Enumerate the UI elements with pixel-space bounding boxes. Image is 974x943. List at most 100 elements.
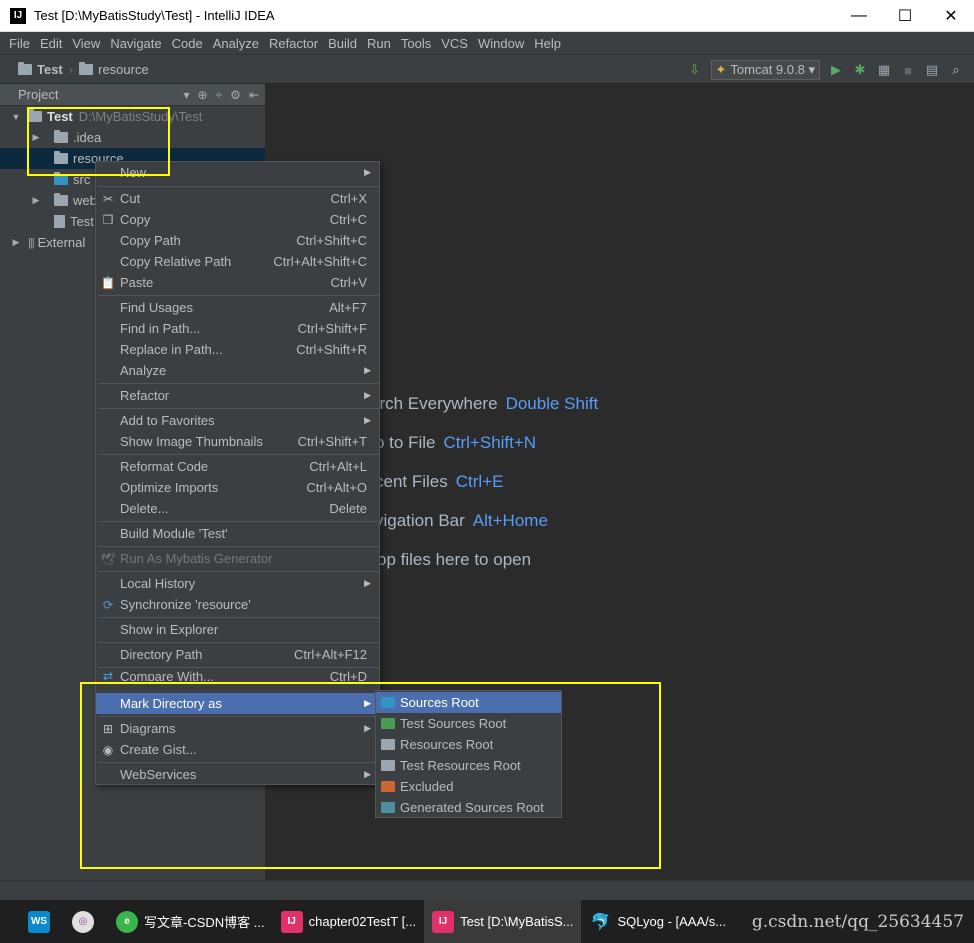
project-folder-icon	[18, 61, 32, 75]
menu-vcs[interactable]: VCS	[436, 36, 473, 51]
run-config-select[interactable]: ✦ Tomcat 9.0.8 ▾	[710, 60, 820, 80]
menu-item-copy-path[interactable]: Copy Path Ctrl+Shift+C	[96, 230, 379, 251]
taskbar-browser-csdn[interactable]: e 写文章-CSDN博客 ...	[108, 900, 273, 943]
menu-item-paste[interactable]: 📋 Paste Ctrl+V	[96, 272, 379, 293]
menu-help[interactable]: Help	[529, 36, 566, 51]
close-button[interactable]: ✕	[928, 0, 974, 32]
menu-item-directory-path[interactable]: Directory Path Ctrl+Alt+F12	[96, 644, 379, 665]
menu-label: Replace in Path...	[120, 342, 223, 357]
separator	[98, 186, 379, 187]
separator	[98, 295, 379, 296]
menu-navigate[interactable]: Navigate	[105, 36, 166, 51]
hint-text: arch Everywhere	[370, 394, 498, 413]
breadcrumb-separator-icon: ›	[68, 61, 74, 77]
dropdown-icon[interactable]: ▾	[183, 88, 189, 102]
menu-label: Delete...	[120, 501, 169, 516]
collapsed-arrow-icon[interactable]: ▶	[30, 195, 42, 206]
hint-text: o to File	[375, 433, 436, 452]
taskbar-app[interactable]: ◎	[64, 900, 108, 943]
menu-file[interactable]: File	[4, 36, 35, 51]
taskbar-label: Test [D:\MyBatisS...	[460, 914, 574, 929]
menu-item-copy[interactable]: ❐ Copy Ctrl+C	[96, 209, 379, 230]
project-view-label[interactable]: Project	[18, 87, 58, 102]
intellij-icon: IJ	[280, 910, 303, 933]
menu-shortcut: Ctrl+V	[330, 275, 367, 290]
menu-refactor[interactable]: Refactor	[264, 36, 323, 51]
project-structure-icon[interactable]: ▤	[924, 62, 940, 78]
menu-view[interactable]: View	[67, 36, 105, 51]
hint-text: op files here to open	[377, 550, 532, 569]
menu-shortcut: Ctrl+Shift+T	[297, 434, 367, 449]
status-bar	[0, 880, 974, 900]
debug-icon[interactable]: ✱	[852, 62, 868, 78]
breadcrumb-project[interactable]: Test	[37, 62, 63, 77]
locate-icon[interactable]: ⊕	[198, 88, 208, 102]
taskbar-webstorm[interactable]: WS	[0, 900, 64, 943]
collapsed-arrow-icon[interactable]: ▶	[10, 237, 22, 248]
stop-icon[interactable]: ■	[900, 62, 916, 78]
menu-shortcut: Ctrl+Alt+O	[306, 480, 367, 495]
menu-item-delete[interactable]: Delete... Delete	[96, 498, 379, 519]
menu-label: Optimize Imports	[120, 480, 219, 495]
separator	[98, 408, 379, 409]
menu-item-analyze[interactable]: Analyze ▶	[96, 360, 379, 381]
breadcrumb-folder[interactable]: resource	[98, 62, 149, 77]
search-icon[interactable]: ⌕	[948, 62, 964, 78]
menu-run[interactable]: Run	[362, 36, 396, 51]
menu-item-show-thumbnails[interactable]: Show Image Thumbnails Ctrl+Shift+T	[96, 431, 379, 452]
menu-item-copy-relative-path[interactable]: Copy Relative Path Ctrl+Alt+Shift+C	[96, 251, 379, 272]
menu-code[interactable]: Code	[167, 36, 208, 51]
menu-item-local-history[interactable]: Local History ▶	[96, 573, 379, 594]
tree-item-label: External	[37, 235, 86, 250]
menu-shortcut: Ctrl+Alt+F12	[294, 647, 367, 662]
taskbar-sqlyog[interactable]: 🐬 SQLyog - [AAA/s...	[581, 900, 734, 943]
menu-label: Directory Path	[120, 647, 203, 662]
menu-item-optimize-imports[interactable]: Optimize Imports Ctrl+Alt+O	[96, 477, 379, 498]
menu-item-run-mybatis-generator: 🕊 Run As Mybatis Generator	[96, 548, 379, 569]
menu-item-cut[interactable]: ✂ Cut Ctrl+X	[96, 188, 379, 209]
menu-item-reformat-code[interactable]: Reformat Code Ctrl+Alt+L	[96, 456, 379, 477]
scissors-icon: ✂	[102, 191, 114, 206]
hint-navigation-bar: vigation Bar Alt+Home	[375, 511, 548, 531]
menu-label: Add to Favorites	[120, 413, 215, 428]
menu-item-find-in-path[interactable]: Find in Path... Ctrl+Shift+F	[96, 318, 379, 339]
menu-window[interactable]: Window	[473, 36, 529, 51]
menu-label: Synchronize 'resource'	[120, 597, 251, 612]
submenu-arrow-icon: ▶	[364, 365, 371, 375]
build-icon[interactable]: ⇩	[687, 62, 703, 78]
taskbar-intellij-test[interactable]: IJ Test [D:\MyBatisS...	[424, 900, 582, 943]
menu-bar: File Edit View Navigate Code Analyze Ref…	[0, 32, 974, 54]
tree-item-label: web	[73, 193, 97, 208]
submenu-arrow-icon: ▶	[364, 390, 371, 400]
expanded-arrow-icon[interactable]: ▼	[10, 112, 22, 122]
menu-item-build-module[interactable]: Build Module 'Test'	[96, 523, 379, 544]
menu-shortcut: Alt+F7	[329, 300, 367, 315]
menu-analyze[interactable]: Analyze	[208, 36, 264, 51]
run-toolbar: ⇩ ✦ Tomcat 9.0.8 ▾ ▶ ✱ ▦ ■ ▤ ⌕	[687, 55, 974, 85]
menu-item-find-usages[interactable]: Find Usages Alt+F7	[96, 297, 379, 318]
menu-item-refactor[interactable]: Refactor ▶	[96, 385, 379, 406]
menu-item-show-in-explorer[interactable]: Show in Explorer	[96, 619, 379, 640]
menu-item-synchronize[interactable]: ⟳ Synchronize 'resource'	[96, 594, 379, 615]
gear-icon[interactable]: ⚙	[230, 88, 241, 102]
hide-icon[interactable]: ⇤	[249, 88, 259, 102]
hint-drop-files: op files here to open	[377, 550, 531, 570]
maximize-button[interactable]: ☐	[882, 0, 928, 32]
menu-item-compare-with[interactable]: ⇄ Compare With... Ctrl+D	[96, 669, 379, 681]
taskbar-label: SQLyog - [AAA/s...	[617, 914, 727, 929]
menu-edit[interactable]: Edit	[35, 36, 67, 51]
menu-item-replace-in-path[interactable]: Replace in Path... Ctrl+Shift+R	[96, 339, 379, 360]
menu-tools[interactable]: Tools	[396, 36, 436, 51]
run-icon[interactable]: ▶	[828, 62, 844, 78]
collapse-icon[interactable]: ÷	[216, 88, 223, 102]
taskbar-intellij-chapter02[interactable]: IJ chapter02TestT [...	[273, 900, 424, 943]
separator	[98, 454, 379, 455]
submenu-arrow-icon: ▶	[364, 167, 371, 177]
coverage-icon[interactable]: ▦	[876, 62, 892, 78]
mybatis-bird-icon: 🕊	[100, 551, 116, 566]
hint-key: Ctrl+Shift+N	[443, 433, 537, 452]
minimize-button[interactable]: —	[836, 0, 882, 32]
project-header-tools: ▾ ⊕ ÷ ⚙ ⇤	[183, 88, 265, 102]
menu-item-add-to-favorites[interactable]: Add to Favorites ▶	[96, 410, 379, 431]
menu-build[interactable]: Build	[323, 36, 362, 51]
